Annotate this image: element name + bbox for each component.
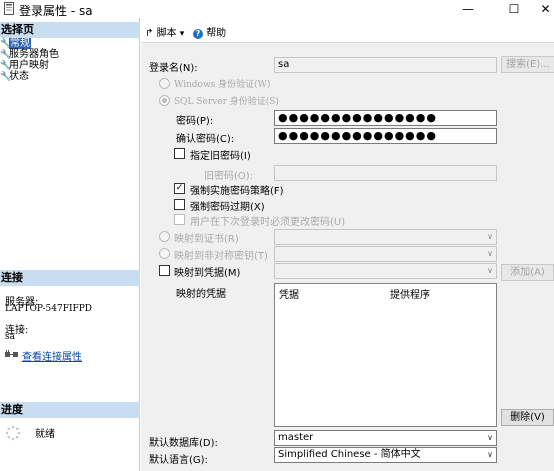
window-title: 登录属性 - sa [19, 4, 93, 18]
remove-button[interactable]: 删除(V) [501, 409, 554, 426]
column-header-provider[interactable]: 提供程序 [390, 286, 430, 301]
connection-properties-icon [5, 350, 18, 357]
windows-auth-label: Windows 身份验证(W) [174, 80, 271, 90]
column-header-credential[interactable]: 凭据 [279, 286, 299, 301]
map-cred-checkbox[interactable] [159, 265, 170, 276]
old-password-label: 旧密码(O): [204, 171, 254, 182]
cert-combo[interactable]: ∨ [274, 229, 497, 245]
help-button[interactable]: ? 帮助 [193, 24, 226, 39]
password-field[interactable]: ●●●●●●●●●●●●●●● [274, 110, 497, 126]
minimize-button[interactable]: — [445, 0, 491, 18]
enforce-policy-checkbox[interactable]: ✓ [174, 183, 185, 194]
login-name-field[interactable]: sa [274, 57, 497, 73]
add-button[interactable]: 添加(A) [501, 264, 554, 281]
specify-old-password-checkbox[interactable] [174, 148, 185, 159]
enforce-policy-label: 强制实施密码策略(F) [190, 186, 284, 197]
search-button[interactable]: 搜索(E)... [501, 56, 554, 73]
script-button[interactable]: ↱ 脚本 ▾ [145, 24, 184, 39]
confirm-password-field[interactable]: ●●●●●●●●●●●●●●● [274, 128, 497, 144]
chevron-down-icon: ∨ [487, 433, 493, 442]
must-change-checkbox[interactable] [174, 214, 185, 225]
enforce-expiration-label: 强制密码过期(X) [190, 202, 265, 213]
chevron-down-icon: ∨ [487, 232, 493, 241]
must-change-label: 用户在下次登录时必须更改密码(U) [190, 217, 346, 228]
default-language-combo[interactable]: Simplified Chinese - 简体中文 ∨ [274, 447, 497, 463]
login-properties-icon [4, 2, 14, 15]
script-icon: ↱ [145, 28, 154, 39]
map-asym-radio[interactable] [159, 248, 170, 259]
help-icon: ? [193, 29, 203, 39]
view-connection-properties-link[interactable]: 查看连接属性 [22, 348, 82, 363]
maximize-button[interactable]: ☐ [491, 0, 537, 18]
chevron-down-icon: ▾ [179, 29, 185, 39]
progress-status: 就绪 [35, 429, 55, 440]
asym-key-combo[interactable]: ∨ [274, 246, 497, 262]
close-button[interactable]: ✕ [537, 0, 554, 18]
windows-auth-radio[interactable] [159, 78, 170, 89]
sql-auth-label: SQL Server 身份验证(S) [174, 97, 279, 107]
connection-value: sa [5, 332, 15, 342]
map-cert-radio[interactable] [159, 231, 170, 242]
chevron-down-icon: ∨ [487, 266, 493, 275]
password-label: 密码(P): [176, 116, 214, 127]
select-page-header: 选择页 [0, 22, 140, 38]
chevron-down-icon: ∨ [487, 450, 493, 459]
credential-combo[interactable]: ∨ [274, 263, 497, 279]
map-cred-label: 映射到凭据(M) [174, 268, 241, 279]
chevron-down-icon: ∨ [487, 249, 493, 258]
mapped-credentials-label: 映射的凭据 [176, 289, 226, 300]
old-password-field[interactable] [274, 165, 497, 181]
specify-old-password-label: 指定旧密码(I) [190, 151, 251, 162]
map-cert-label: 映射到证书(R) [174, 234, 239, 245]
default-database-combo[interactable]: master ∨ [274, 430, 497, 446]
server-value: LAPTOP-547FIFPD [5, 304, 93, 314]
default-language-label: 默认语言(G): [149, 455, 208, 466]
default-database-label: 默认数据库(D): [149, 438, 218, 449]
login-name-label: 登录名(N): [149, 63, 198, 74]
sql-auth-radio[interactable] [159, 95, 170, 106]
title-bar: 登录属性 - sa — ☐ ✕ [0, 0, 554, 18]
progress-header: 进度 [0, 402, 140, 418]
wrench-icon: 🔧 [0, 72, 12, 82]
confirm-password-label: 确认密码(C): [176, 134, 235, 145]
nav-item-status[interactable]: 🔧状态 [0, 71, 29, 83]
enforce-expiration-checkbox[interactable] [174, 199, 185, 210]
connection-header: 连接 [0, 270, 140, 286]
map-asym-label: 映射到非对称密钥(T) [174, 251, 268, 262]
mapped-credentials-grid[interactable]: 凭据 提供程序 [274, 283, 497, 427]
progress-spinner-icon [5, 425, 21, 441]
